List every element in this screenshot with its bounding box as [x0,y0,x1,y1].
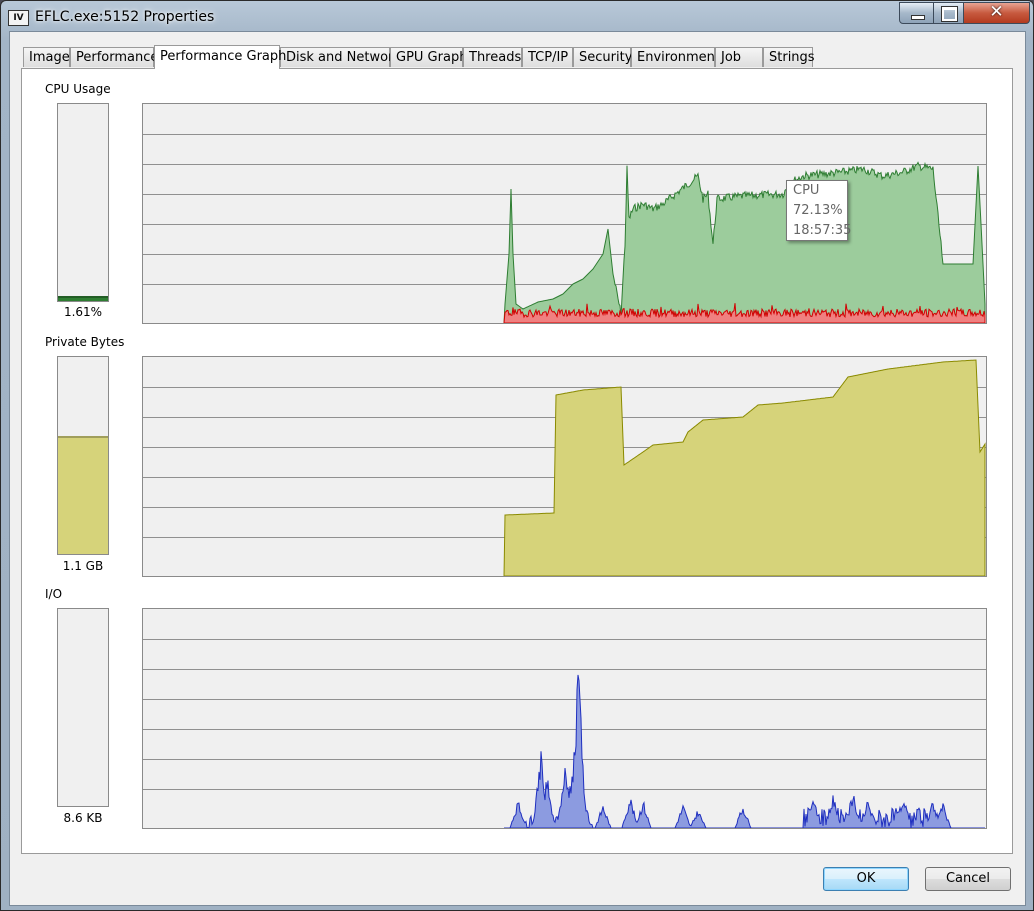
io-label: I/O [45,587,63,601]
properties-window: IV EFLC.exe:5152 Properties ✕ Image Perf… [0,0,1034,911]
dialog-client-area: Image Performance Performance Graph Disk… [9,31,1026,906]
tab-gpu-graph[interactable]: GPU Graph [390,47,467,67]
close-icon: ✕ [989,2,1004,22]
cpu-meter-fill [58,295,108,301]
cpu-usage-graph[interactable] [142,103,987,324]
performance-graph-panel: CPU Usage 1.61% CPU 72.13% 18:57:35 Priv… [21,68,1013,854]
tooltip-value: 72.13% [793,203,843,218]
tab-disk-and-network[interactable]: Disk and Network [280,47,401,67]
tab-threads[interactable]: Threads [463,47,522,67]
cpu-usage-value: 1.61% [63,305,103,319]
private-bytes-graph[interactable] [142,356,987,577]
tab-strings[interactable]: Strings [763,47,815,67]
tab-performance-graph[interactable]: Performance Graph [154,45,286,69]
tab-performance[interactable]: Performance [70,47,158,67]
private-bytes-graph-canvas [143,359,986,576]
io-graph-canvas [143,639,986,828]
tab-tcp-ip[interactable]: TCP/IP [522,47,573,67]
tooltip-title: CPU [793,183,820,198]
tab-image[interactable]: Image [23,47,70,67]
tab-environment[interactable]: Environment [631,47,720,67]
title-bar[interactable]: IV EFLC.exe:5152 Properties ✕ [1,1,1033,31]
close-button[interactable]: ✕ [963,2,1030,24]
cpu-usage-meter [57,103,109,302]
minimize-icon [911,15,925,20]
cpu-usage-label: CPU Usage [45,82,111,96]
private-bytes-series [503,359,986,576]
cancel-button[interactable]: Cancel [925,867,1011,891]
cpu-tooltip: CPU 72.13% 18:57:35 [786,180,852,241]
private-bytes-label: Private Bytes [45,335,125,349]
io-series [504,674,985,828]
io-meter [57,608,109,807]
cpu-graph-canvas [143,134,986,323]
cpu-total-series [503,161,986,323]
tab-job[interactable]: Job [715,47,763,67]
maximize-button[interactable] [933,2,965,24]
tab-security[interactable]: Security [573,47,632,67]
private-bytes-value: 1.1 GB [62,559,104,573]
io-graph[interactable] [142,608,987,829]
maximize-icon [941,6,958,22]
minimize-button[interactable] [899,2,935,24]
app-icon: IV [8,10,29,26]
tooltip-time: 18:57:35 [793,223,852,238]
ok-button[interactable]: OK [823,867,909,891]
io-value: 8.6 KB [63,811,103,825]
private-bytes-meter [57,356,109,555]
private-bytes-meter-fill [58,435,108,554]
window-title: EFLC.exe:5152 Properties [35,9,215,25]
